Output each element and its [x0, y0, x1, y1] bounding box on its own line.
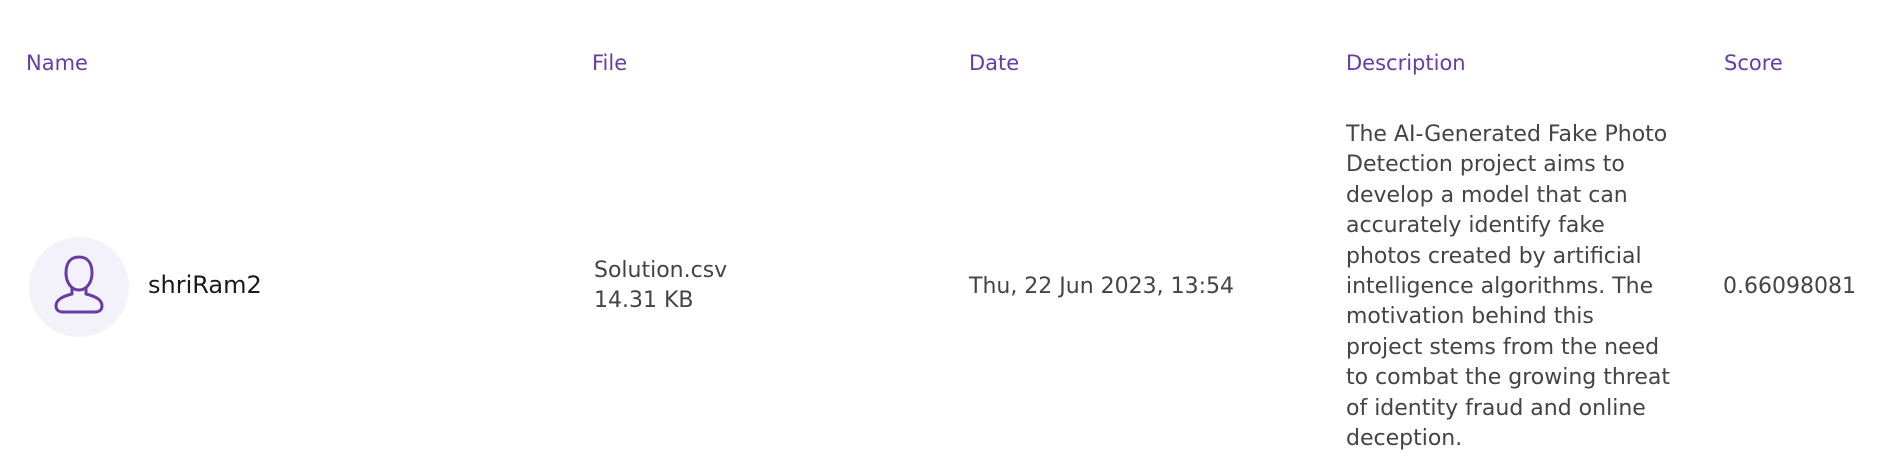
- file-size: 14.31 KB: [594, 288, 694, 313]
- user-icon: [52, 253, 106, 321]
- score-value: 0.66098081: [1723, 274, 1856, 299]
- header-score[interactable]: Score: [1724, 48, 1783, 78]
- submission-date: Thu, 22 Jun 2023, 13:54: [969, 274, 1235, 299]
- header-name[interactable]: Name: [26, 48, 88, 78]
- header-file[interactable]: File: [592, 48, 627, 78]
- header-description[interactable]: Description: [1346, 48, 1466, 78]
- submissions-table: Name File Date Description Score shriRam…: [0, 0, 1888, 462]
- file-name-link[interactable]: Solution.csv: [594, 256, 727, 286]
- header-date[interactable]: Date: [969, 48, 1019, 78]
- username[interactable]: shriRam2: [148, 268, 262, 302]
- avatar[interactable]: [29, 237, 129, 337]
- description-text: The AI-Generated Fake Photo Detection pr…: [1346, 122, 1670, 452]
